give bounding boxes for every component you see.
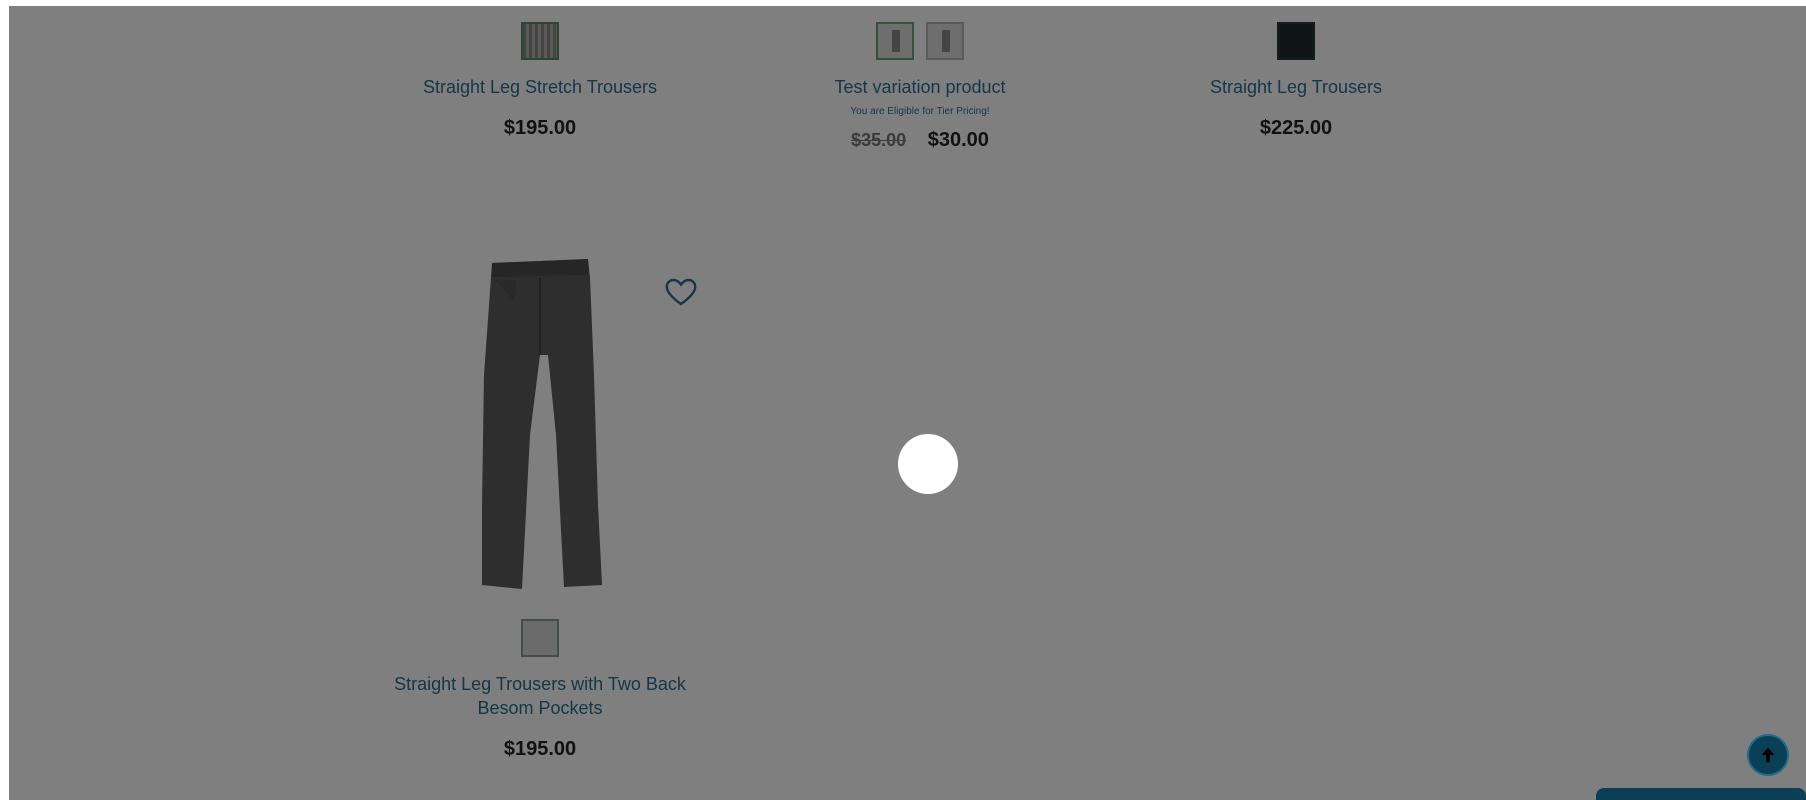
left-edge (0, 0, 9, 800)
chat-widget-tab[interactable] (1596, 788, 1806, 800)
modal-dim-overlay (0, 0, 1806, 800)
top-edge (0, 0, 1806, 6)
scroll-to-top-button[interactable] (1747, 734, 1789, 776)
arrow-up-icon (1761, 747, 1775, 763)
loading-spinner-icon (898, 434, 958, 494)
